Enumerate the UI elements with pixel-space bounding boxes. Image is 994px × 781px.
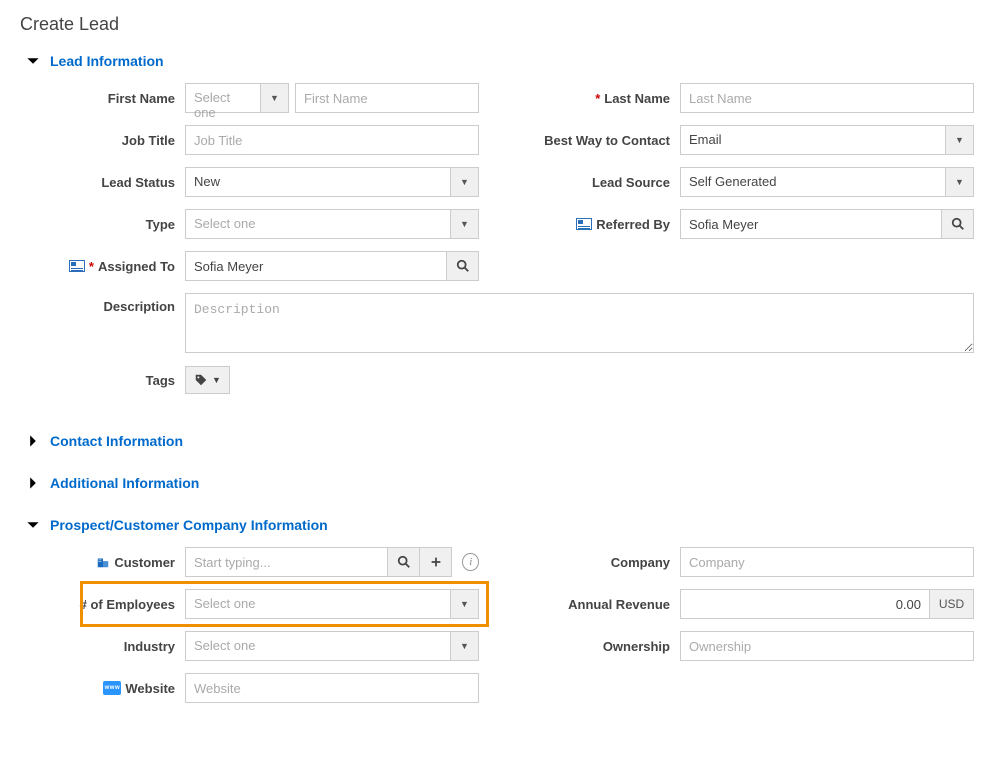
section-title: Additional Information <box>50 475 199 491</box>
chevron-down-icon: ▼ <box>450 210 478 238</box>
lead-status-value: New <box>186 168 450 196</box>
referred-by-lookup[interactable] <box>680 209 974 239</box>
label-tags: Tags <box>20 373 185 388</box>
website-input[interactable] <box>185 673 479 703</box>
first-name-input[interactable] <box>295 83 479 113</box>
label-type: Type <box>20 217 185 232</box>
chevron-down-icon <box>26 518 40 532</box>
label-assigned-to: * Assigned To <box>20 259 185 274</box>
annual-revenue-group: USD <box>680 589 974 619</box>
label-job-title: Job Title <box>20 133 185 148</box>
building-icon <box>96 555 110 569</box>
section-lead-information: Lead Information First Name Select one ▼… <box>20 53 974 407</box>
label-lead-status: Lead Status <box>20 175 185 190</box>
num-employees-select[interactable]: Select one ▼ <box>185 589 479 619</box>
label-company: Company <box>515 555 680 570</box>
chevron-down-icon: ▼ <box>945 126 973 154</box>
section-header-company[interactable]: Prospect/Customer Company Information <box>20 517 974 533</box>
section-title: Prospect/Customer Company Information <box>50 517 328 533</box>
section-header-lead-info[interactable]: Lead Information <box>20 53 974 69</box>
website-icon: www <box>103 681 121 695</box>
type-value: Select one <box>186 210 450 238</box>
chevron-right-icon <box>26 476 40 490</box>
lead-status-select[interactable]: New ▼ <box>185 167 479 197</box>
label-ownership: Ownership <box>515 639 680 654</box>
label-lead-source: Lead Source <box>515 175 680 190</box>
search-icon[interactable] <box>446 252 478 280</box>
label-annual-revenue: Annual Revenue <box>515 597 680 612</box>
section-header-additional[interactable]: Additional Information <box>20 475 974 491</box>
section-contact-information: Contact Information <box>20 433 974 449</box>
chevron-down-icon: ▼ <box>450 590 478 618</box>
best-contact-select[interactable]: Email ▼ <box>680 125 974 155</box>
tags-button[interactable]: ▼ <box>185 366 230 394</box>
section-additional-information: Additional Information <box>20 475 974 491</box>
description-textarea[interactable] <box>185 293 974 353</box>
customer-lookup[interactable] <box>185 547 452 577</box>
best-contact-value: Email <box>681 126 945 154</box>
label-last-name: * Last Name <box>515 91 680 106</box>
label-industry: Industry <box>20 639 185 654</box>
chevron-down-icon: ▼ <box>450 632 478 660</box>
industry-select[interactable]: Select one ▼ <box>185 631 479 661</box>
tag-icon <box>194 373 208 387</box>
salutation-value: Select one <box>186 84 260 112</box>
info-icon[interactable]: i <box>462 553 479 571</box>
page-title: Create Lead <box>20 14 974 35</box>
plus-icon[interactable] <box>419 548 451 576</box>
currency-label: USD <box>929 590 973 618</box>
type-select[interactable]: Select one ▼ <box>185 209 479 239</box>
salutation-select[interactable]: Select one ▼ <box>185 83 289 113</box>
num-employees-value: Select one <box>186 590 450 618</box>
referred-by-input[interactable] <box>681 210 941 238</box>
section-company-information: Prospect/Customer Company Information Cu… <box>20 517 974 715</box>
section-title: Lead Information <box>50 53 164 69</box>
chevron-right-icon <box>26 434 40 448</box>
job-title-input[interactable] <box>185 125 479 155</box>
chevron-down-icon: ▼ <box>260 84 288 112</box>
chevron-down-icon: ▼ <box>450 168 478 196</box>
label-website: www Website <box>20 681 185 696</box>
last-name-input[interactable] <box>680 83 974 113</box>
label-best-contact: Best Way to Contact <box>515 133 680 148</box>
annual-revenue-input[interactable] <box>681 590 929 618</box>
required-icon: * <box>595 91 600 106</box>
search-icon[interactable] <box>387 548 419 576</box>
search-icon[interactable] <box>941 210 973 238</box>
label-num-employees: # of Employees <box>20 597 185 612</box>
lead-source-value: Self Generated <box>681 168 945 196</box>
card-icon <box>69 260 85 272</box>
chevron-down-icon: ▼ <box>212 375 221 385</box>
lead-source-select[interactable]: Self Generated ▼ <box>680 167 974 197</box>
card-icon <box>576 218 592 230</box>
required-icon: * <box>89 259 94 274</box>
label-description: Description <box>20 293 185 314</box>
label-first-name: First Name <box>20 91 185 106</box>
company-input[interactable] <box>680 547 974 577</box>
chevron-down-icon: ▼ <box>945 168 973 196</box>
section-header-contact[interactable]: Contact Information <box>20 433 974 449</box>
label-referred-by: Referred By <box>515 217 680 232</box>
industry-value: Select one <box>186 632 450 660</box>
ownership-input[interactable] <box>680 631 974 661</box>
customer-input[interactable] <box>186 548 387 576</box>
assigned-to-lookup[interactable] <box>185 251 479 281</box>
assigned-to-input[interactable] <box>186 252 446 280</box>
label-customer: Customer <box>20 555 185 570</box>
chevron-down-icon <box>26 54 40 68</box>
section-title: Contact Information <box>50 433 183 449</box>
